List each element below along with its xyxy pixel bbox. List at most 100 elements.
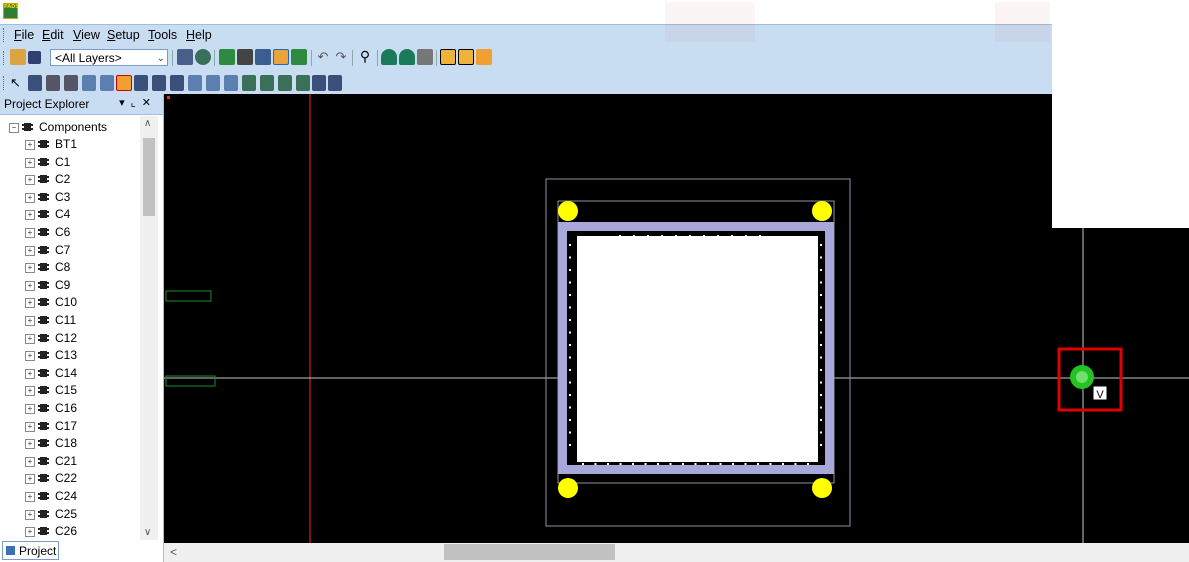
canvas-hscrollbar[interactable]: < [164, 543, 1189, 562]
design-canvas[interactable]: V [164, 94, 1189, 543]
expand-icon[interactable]: + [25, 492, 35, 502]
scroll-left-icon[interactable]: < [170, 545, 177, 559]
menu-view[interactable]: View [73, 28, 100, 42]
menu-setup[interactable]: Setup [107, 28, 140, 42]
tree-item-c12[interactable]: + C12 [0, 330, 140, 347]
redo-icon[interactable]: ↷ [333, 49, 349, 65]
tree-item-c10[interactable]: + C10 [0, 294, 140, 311]
tree-item-c11[interactable]: + C11 [0, 312, 140, 329]
tree-item-c13[interactable]: + C13 [0, 347, 140, 364]
swap-pins-icon[interactable] [100, 75, 114, 91]
expand-icon[interactable]: + [25, 298, 35, 309]
expand-icon[interactable]: + [25, 157, 35, 168]
expand-icon[interactable]: + [25, 175, 35, 186]
tree-item-c4[interactable]: + C4 [0, 206, 140, 223]
zoom-icon[interactable]: ⚲ [357, 49, 373, 65]
components-icon[interactable] [237, 49, 253, 65]
save-icon[interactable] [28, 51, 41, 64]
mounting-pad[interactable] [812, 201, 832, 221]
scroll-up-icon[interactable]: ∧ [144, 118, 151, 129]
expand-icon[interactable]: + [25, 386, 35, 397]
mounting-pad[interactable] [812, 478, 832, 498]
expand-icon[interactable]: + [25, 280, 35, 291]
expand-icon[interactable]: + [25, 333, 35, 344]
expand-icon[interactable]: + [25, 140, 35, 150]
view-filter-icon[interactable] [381, 49, 397, 65]
route-icon[interactable] [219, 49, 235, 65]
gnd-vcc-icon[interactable] [82, 75, 96, 91]
tree-item-c16[interactable]: + C16 [0, 400, 140, 417]
move-icon[interactable] [188, 75, 202, 91]
tree-item-c15[interactable]: + C15 [0, 382, 140, 399]
tree-item-c18[interactable]: + C18 [0, 435, 140, 452]
expand-icon[interactable]: + [25, 456, 35, 467]
tree-scrollbar[interactable]: ∧ ∨ [140, 116, 158, 540]
toolbar-grip-icon[interactable] [3, 76, 6, 90]
expand-icon[interactable]: + [25, 368, 35, 379]
tree-item-c14[interactable]: + C14 [0, 365, 140, 382]
layer-select[interactable]: <All Layers> ⌄ [50, 49, 168, 66]
tree-item-c6[interactable]: + C6 [0, 224, 140, 241]
app-icon[interactable]: PADS [3, 3, 19, 19]
delete-route-icon[interactable] [134, 75, 148, 91]
tree-item-c25[interactable]: + C25 [0, 506, 140, 523]
tree-item-c1[interactable]: + C1 [0, 154, 140, 171]
length-icon[interactable] [116, 75, 132, 91]
menu-grip-icon[interactable] [3, 28, 6, 42]
tree-item-c17[interactable]: + C17 [0, 418, 140, 435]
open-icon[interactable] [10, 49, 26, 65]
expand-icon[interactable]: + [25, 527, 35, 538]
dynamic-route-icon[interactable] [46, 75, 60, 91]
add-route-icon[interactable] [28, 75, 42, 91]
scroll-down-icon[interactable]: ∨ [144, 527, 151, 538]
design-icon[interactable] [291, 49, 307, 65]
delete-net-icon[interactable] [170, 75, 184, 91]
sketch-route-icon[interactable] [64, 75, 78, 91]
expand-icon[interactable]: + [25, 263, 35, 274]
tree-item-bt1[interactable]: + BT1 [0, 136, 140, 153]
tree-item-c2[interactable]: + C2 [0, 171, 140, 188]
undo-icon[interactable]: ↶ [315, 49, 331, 65]
tree-root-components[interactable]: − Components [0, 119, 140, 136]
expand-icon[interactable]: + [25, 316, 35, 326]
properties-icon[interactable] [177, 49, 193, 65]
menu-edit[interactable]: Edit [42, 28, 64, 42]
scroll-thumb[interactable] [444, 544, 615, 560]
split-icon[interactable] [278, 75, 292, 91]
hierarchy-icon[interactable] [312, 75, 326, 91]
glue-icon[interactable] [224, 75, 238, 91]
test-point-icon[interactable] [260, 75, 274, 91]
expand-icon[interactable]: + [25, 439, 35, 450]
mounting-pad[interactable] [558, 201, 578, 221]
tree-item-c8[interactable]: + C8 [0, 259, 140, 276]
select-mode-icon[interactable] [440, 49, 456, 65]
align-icon[interactable] [206, 75, 220, 91]
view-nets-icon[interactable] [399, 49, 415, 65]
scroll-thumb[interactable] [143, 138, 155, 216]
via-icon[interactable] [242, 75, 256, 91]
unroute-icon[interactable] [152, 75, 166, 91]
collapse-icon[interactable]: − [9, 123, 19, 133]
menu-help[interactable]: Help [186, 28, 212, 42]
eraser-icon[interactable] [417, 49, 433, 65]
fanout-icon[interactable] [296, 75, 310, 91]
expand-icon[interactable]: + [25, 509, 35, 520]
menu-file[interactable]: File [14, 28, 34, 42]
pcb-view[interactable]: V [164, 94, 1189, 543]
select-arrow-icon[interactable]: ↖ [10, 75, 26, 91]
expand-icon[interactable]: + [25, 474, 35, 485]
mounting-pad[interactable] [558, 478, 578, 498]
tree-item-c7[interactable]: + C7 [0, 242, 140, 259]
dropdown-icon[interactable]: ▾ [119, 97, 131, 109]
expand-icon[interactable]: + [25, 192, 35, 203]
tab-project[interactable]: Project [2, 541, 59, 560]
pin-icon[interactable]: ⌞ [131, 97, 142, 109]
expand-icon[interactable]: + [25, 404, 35, 414]
tree-item-c22[interactable]: + C22 [0, 470, 140, 487]
menu-tools[interactable]: Tools [148, 28, 177, 42]
refresh-icon[interactable] [195, 49, 211, 65]
tree-item-c21[interactable]: + C21 [0, 453, 140, 470]
close-icon[interactable]: ✕ [142, 97, 157, 109]
draw-icon[interactable] [273, 49, 289, 65]
expand-icon[interactable]: + [25, 228, 35, 238]
